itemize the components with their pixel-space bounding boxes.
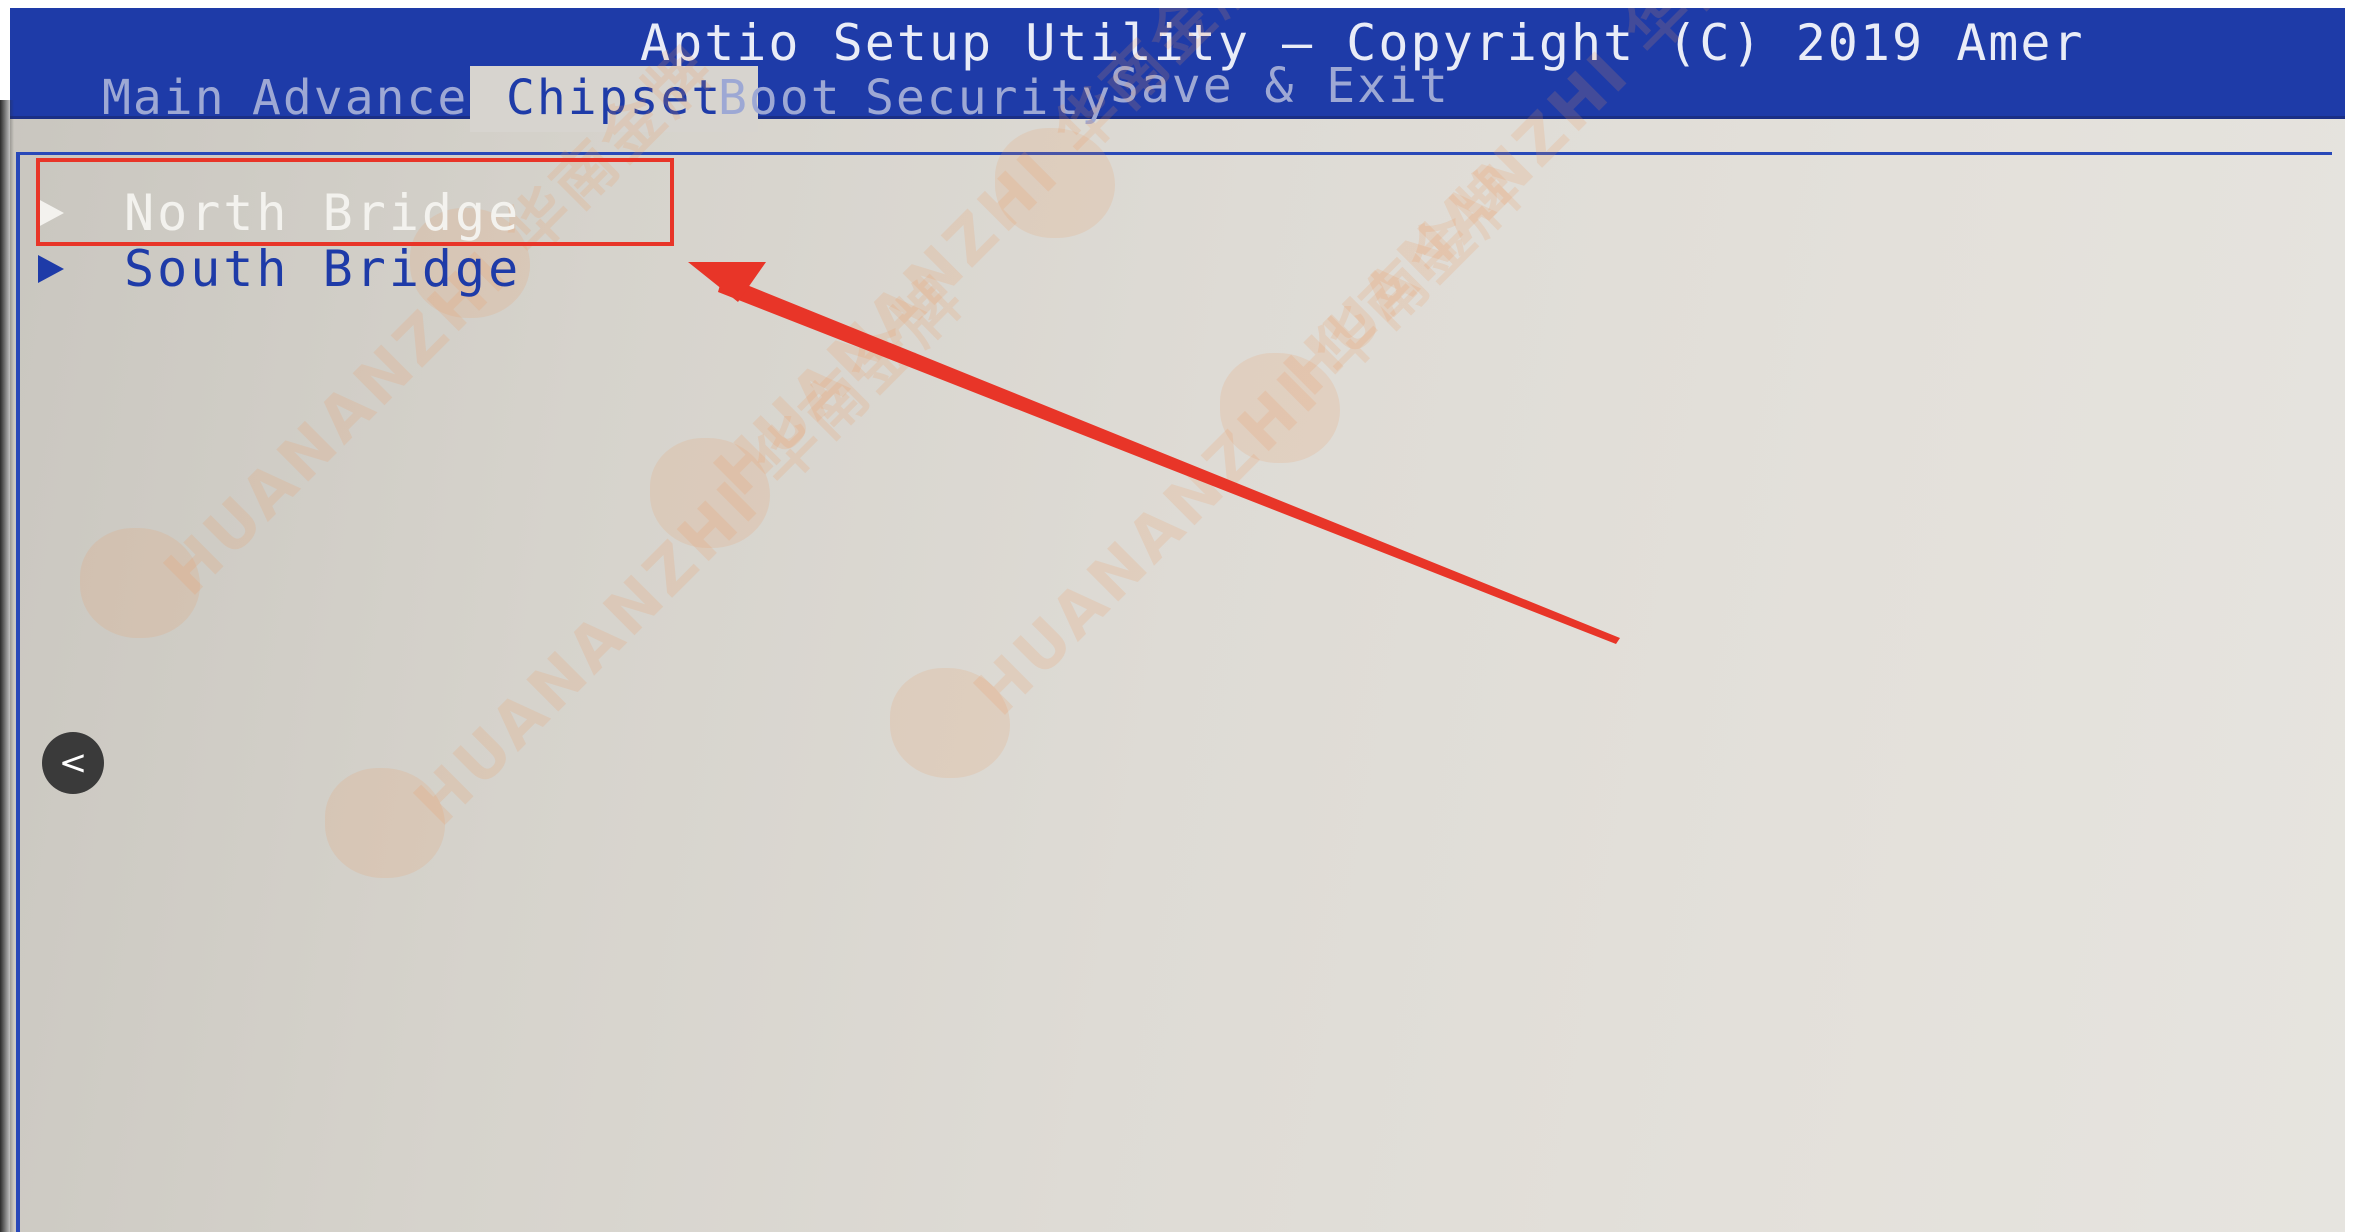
tab-main[interactable]: Main [102,70,226,126]
annotation-highlight-box [36,158,674,246]
menu-item-south-bridge[interactable]: South Bridge [38,240,521,298]
photo-edge-shadow [0,100,14,1232]
tab-advanced[interactable]: Advanced [252,70,499,126]
menu-item-label: South Bridge [124,240,522,298]
content-panel [16,152,2332,1232]
tab-boot[interactable]: Boot [718,70,842,126]
carousel-prev-button[interactable]: < [42,732,104,794]
chevron-left-icon: < [58,743,88,783]
photo-stage: Aptio Setup Utility – Copyright (C) 2019… [0,0,2354,1232]
triangle-right-icon [38,255,64,283]
